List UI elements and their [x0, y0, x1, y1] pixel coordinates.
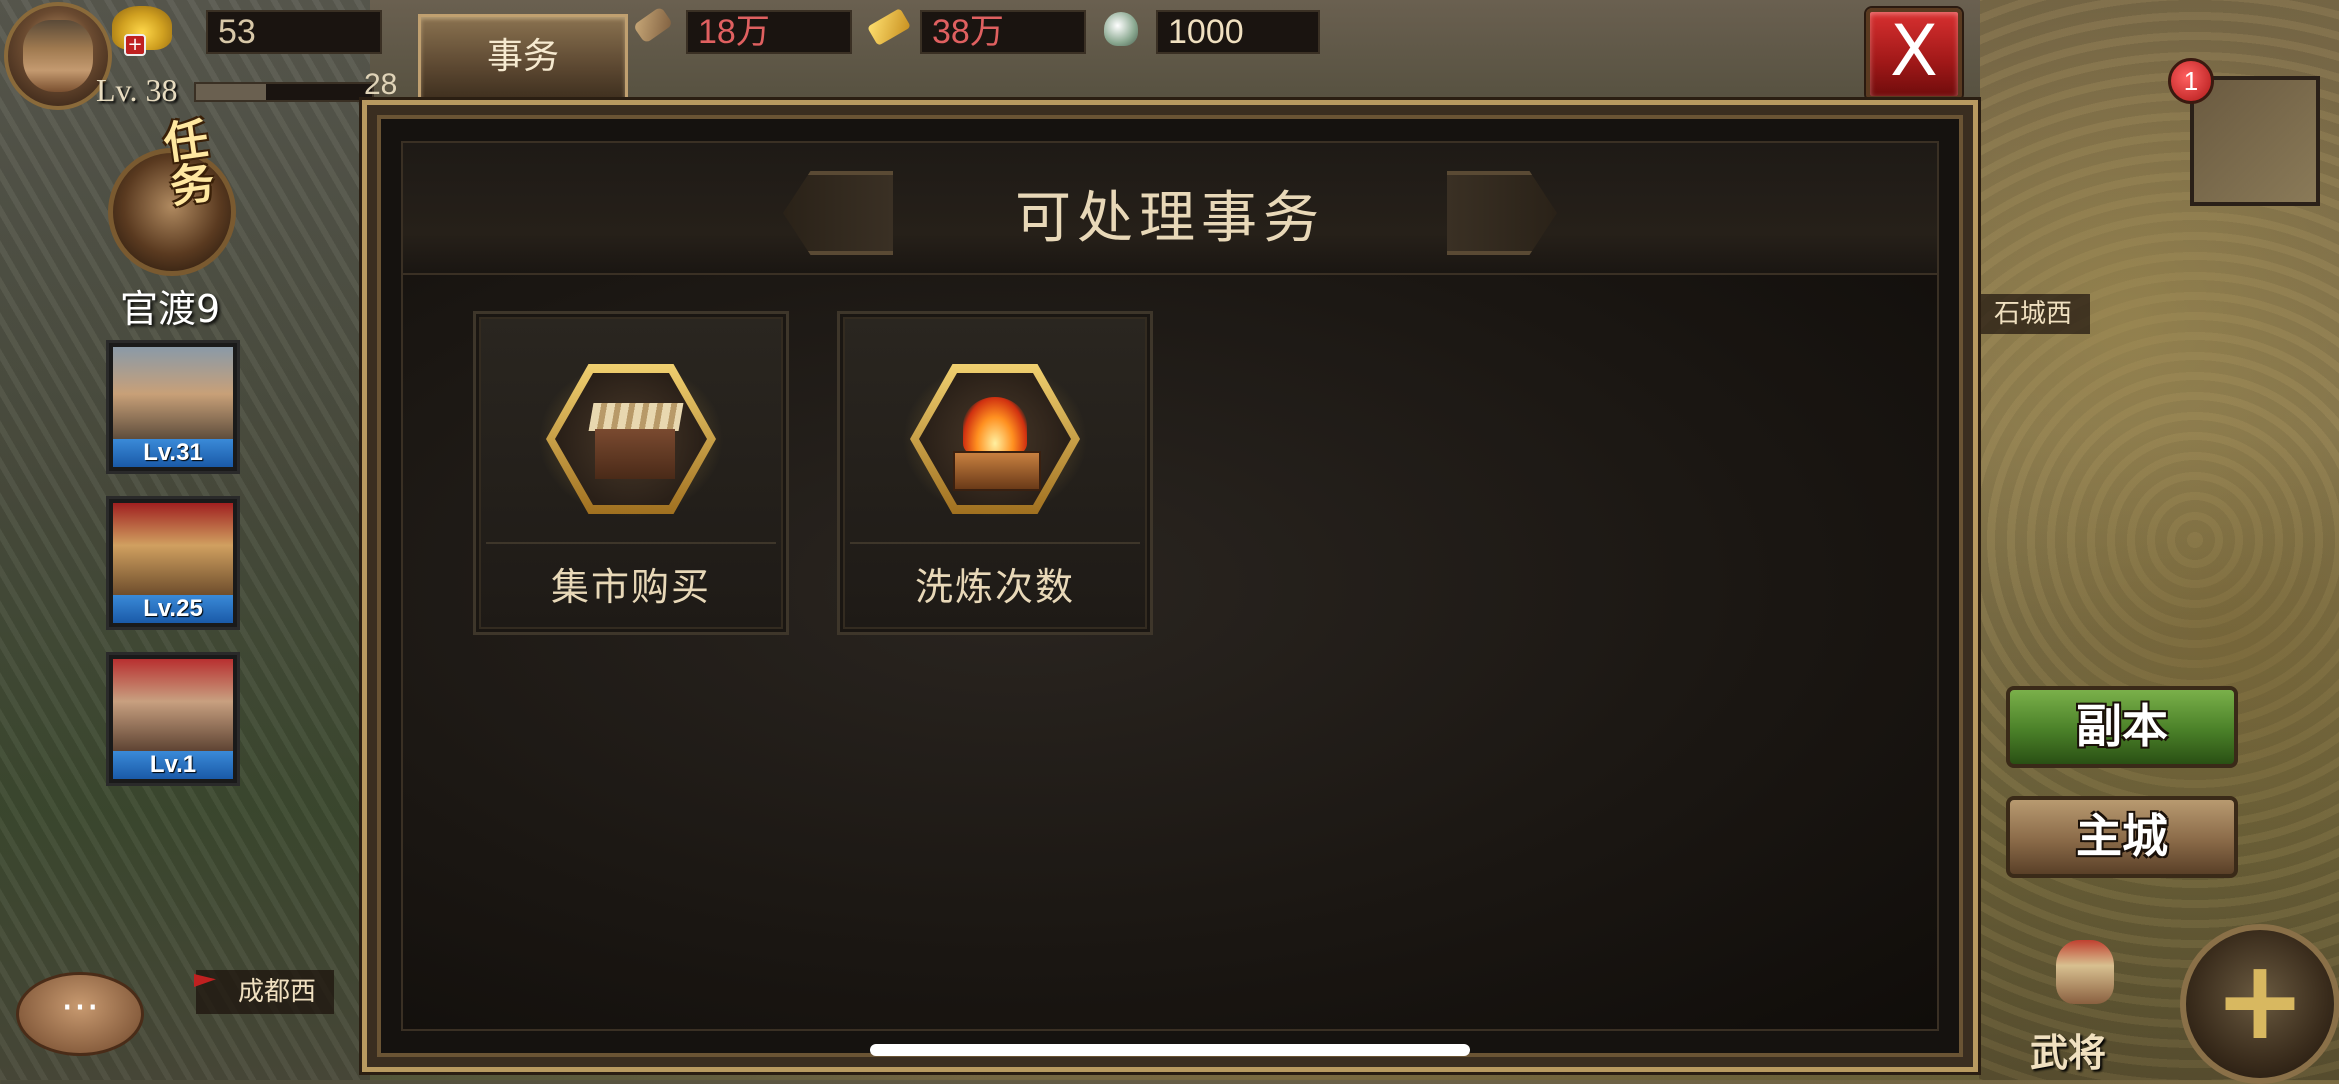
chat-button[interactable]: ···	[16, 972, 144, 1056]
tab-generals[interactable]: 武将	[2030, 1022, 2106, 1077]
general-portrait	[113, 347, 233, 441]
panel-title: 可处理事务	[1015, 186, 1325, 251]
main-city-button[interactable]: 主城	[2006, 796, 2238, 878]
tab-affairs[interactable]: 事务	[418, 14, 628, 104]
general-level: Lv.25	[113, 595, 233, 623]
general-card[interactable]: Lv.1	[106, 652, 240, 786]
quest-location: 官渡9	[120, 287, 221, 331]
silver-icon	[1104, 12, 1138, 46]
affair-item-label: 洗炼次数	[914, 565, 1075, 609]
minimap[interactable]	[2190, 76, 2320, 206]
home-indicator[interactable]	[870, 1044, 1470, 1056]
panel-body: 可处理事务 集市购买 洗炼次数	[401, 141, 1939, 1031]
minimap-notification-badge: 1	[2168, 58, 2214, 104]
wood-value: 18万	[686, 10, 852, 54]
city-label[interactable]: 成都西	[196, 970, 335, 1014]
general-level: Lv.31	[113, 439, 233, 467]
exp-value: 28	[364, 68, 398, 101]
dungeon-button[interactable]: 副本	[2006, 686, 2238, 768]
wood-icon	[632, 6, 674, 44]
general-level: Lv.1	[113, 751, 233, 779]
top-resource-bar: + 53 Lv. 38 28 18万 38万 1000	[0, 0, 1340, 110]
goldbar-value: 38万	[920, 10, 1086, 54]
general-card[interactable]: Lv.25	[106, 496, 240, 630]
exp-bar	[194, 82, 374, 102]
helmet-portrait-icon	[23, 20, 93, 92]
quest-title: 任务	[153, 114, 216, 210]
general-card[interactable]: Lv.31	[106, 340, 240, 474]
expand-menu-button[interactable]: +	[2180, 924, 2339, 1084]
general-portrait	[113, 659, 233, 753]
city-label[interactable]: 石城西	[1976, 294, 2091, 334]
affair-item-refine[interactable]: 洗炼次数	[837, 311, 1153, 635]
affair-item-label: 集市购买	[550, 565, 711, 609]
gold-value: 53	[206, 10, 382, 54]
close-button[interactable]: X	[1866, 8, 1962, 100]
general-helmet-icon	[2056, 940, 2114, 1004]
panel-header: 可处理事务	[403, 143, 1937, 275]
gold-bar-icon	[867, 7, 911, 47]
player-level: Lv. 38	[96, 72, 178, 108]
affair-item-market[interactable]: 集市购买	[473, 311, 789, 635]
affairs-panel: 可处理事务 集市购买 洗炼次数	[362, 100, 1978, 1072]
recharge-plus-icon[interactable]: +	[124, 34, 146, 56]
silver-value: 1000	[1156, 10, 1320, 54]
general-portrait	[113, 503, 233, 597]
